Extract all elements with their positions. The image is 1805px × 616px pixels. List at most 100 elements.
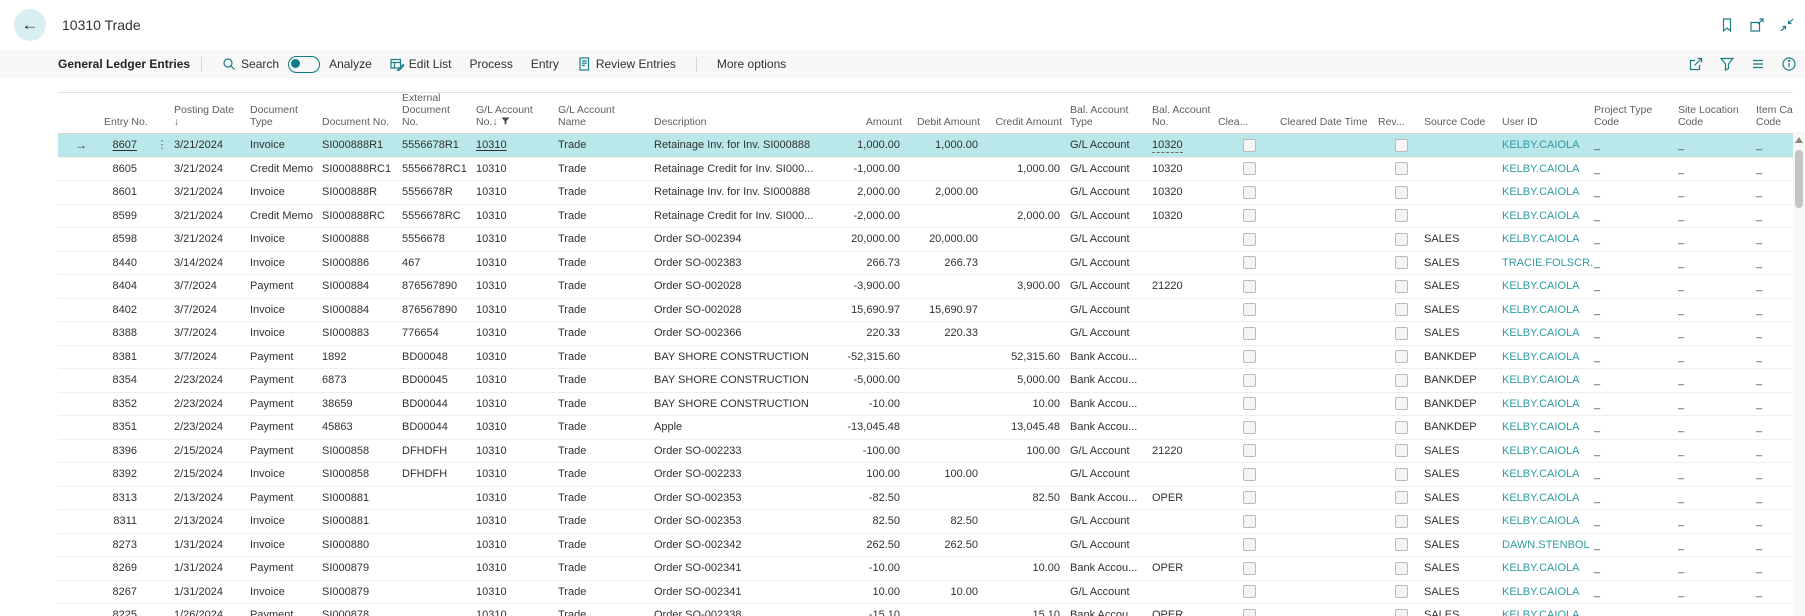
col-amount[interactable]: Amount xyxy=(834,116,910,133)
review-entries-button[interactable]: Review Entries xyxy=(568,57,685,71)
cleared-checkbox[interactable] xyxy=(1242,232,1256,246)
cell-cleared[interactable] xyxy=(1218,416,1280,438)
cell-document-type[interactable]: Payment xyxy=(250,487,322,509)
cell-project-type-code[interactable]: _ xyxy=(1594,158,1678,180)
cell-external-document-no[interactable]: 776654 xyxy=(402,322,476,344)
cell-gl-account-name[interactable]: Trade xyxy=(558,463,654,485)
cell-amount[interactable]: -13,045.48 xyxy=(834,416,910,438)
table-row[interactable]: 8599 3/21/2024 Credit Memo SI000888RC 555667… xyxy=(58,205,1793,228)
cell-posting-date[interactable]: 2/23/2024 xyxy=(174,393,250,415)
cell-project-type-code[interactable]: _ xyxy=(1594,463,1678,485)
cell-posting-date[interactable]: 2/13/2024 xyxy=(174,487,250,509)
cell-bal-account-type[interactable]: G/L Account xyxy=(1070,581,1152,603)
cell-external-document-no[interactable]: 467 xyxy=(402,252,476,274)
cell-gl-account-no[interactable]: 10310 xyxy=(476,299,558,321)
cell-site-location-code[interactable]: _ xyxy=(1678,487,1756,509)
cell-item-category-code[interactable]: _ xyxy=(1756,581,1793,603)
cell-document-type[interactable]: Invoice xyxy=(250,581,322,603)
cell-entry-no[interactable]: 8601 xyxy=(104,181,150,203)
cell-description[interactable]: Order SO-002028 xyxy=(654,299,834,321)
cleared-checkbox[interactable] xyxy=(1242,162,1256,176)
cell-entry-no[interactable]: 8388 xyxy=(104,322,150,344)
cell-site-location-code[interactable]: _ xyxy=(1678,534,1756,556)
cell-bal-account-no[interactable]: 10320 xyxy=(1152,158,1218,180)
cell-cleared[interactable] xyxy=(1218,440,1280,462)
cell-source-code[interactable]: BANKDEP xyxy=(1424,369,1502,391)
cell-description[interactable]: Order SO-002233 xyxy=(654,440,834,462)
cell-user-id[interactable]: KELBY.CAIOLA xyxy=(1502,604,1594,616)
cell-amount[interactable]: -82.50 xyxy=(834,487,910,509)
cell-description[interactable]: Apple xyxy=(654,416,834,438)
cell-entry-no[interactable]: 8396 xyxy=(104,440,150,462)
cell-description[interactable]: Order SO-002233 xyxy=(654,463,834,485)
cell-credit-amount[interactable]: 3,900.00 xyxy=(988,275,1070,297)
reversed-checkbox[interactable] xyxy=(1394,608,1408,616)
cell-credit-amount[interactable]: 13,045.48 xyxy=(988,416,1070,438)
col-bal-account-no[interactable]: Bal. Account No. xyxy=(1152,104,1218,133)
cell-item-category-code[interactable]: _ xyxy=(1756,510,1793,532)
cell-cleared[interactable] xyxy=(1218,181,1280,203)
cell-external-document-no[interactable]: BD00044 xyxy=(402,393,476,415)
cell-posting-date[interactable]: 1/31/2024 xyxy=(174,534,250,556)
cell-credit-amount[interactable]: 5,000.00 xyxy=(988,369,1070,391)
cell-gl-account-no[interactable]: 10310 xyxy=(476,322,558,344)
cell-cleared[interactable] xyxy=(1218,205,1280,227)
cell-user-id[interactable]: KELBY.CAIOLA xyxy=(1502,346,1594,368)
cell-credit-amount[interactable]: 52,315.60 xyxy=(988,346,1070,368)
scrollbar-thumb[interactable] xyxy=(1795,150,1803,208)
reversed-checkbox[interactable] xyxy=(1394,350,1408,364)
cell-gl-account-name[interactable]: Trade xyxy=(558,534,654,556)
cell-entry-no[interactable]: 8381 xyxy=(104,346,150,368)
cell-source-code[interactable]: SALES xyxy=(1424,557,1502,579)
cell-reversed[interactable] xyxy=(1378,393,1424,415)
search-button[interactable]: Search xyxy=(213,57,288,71)
cell-debit-amount[interactable]: 100.00 xyxy=(910,463,988,485)
cell-source-code[interactable]: SALES xyxy=(1424,604,1502,616)
reversed-checkbox[interactable] xyxy=(1394,256,1408,270)
cell-reversed[interactable] xyxy=(1378,487,1424,509)
reversed-checkbox[interactable] xyxy=(1394,326,1408,340)
cell-external-document-no[interactable]: 5556678RC1 xyxy=(402,158,476,180)
cell-bal-account-type[interactable]: G/L Account xyxy=(1070,228,1152,250)
cell-item-category-code[interactable]: _ xyxy=(1756,346,1793,368)
cell-project-type-code[interactable]: _ xyxy=(1594,275,1678,297)
cell-cleared[interactable] xyxy=(1218,299,1280,321)
cell-site-location-code[interactable]: _ xyxy=(1678,181,1756,203)
table-row[interactable]: 8313 2/13/2024 Payment SI000881 10310 Trade Or… xyxy=(58,487,1793,510)
cell-site-location-code[interactable]: _ xyxy=(1678,440,1756,462)
cell-bal-account-no[interactable]: 10320 xyxy=(1152,205,1218,227)
cell-cleared[interactable] xyxy=(1218,134,1280,156)
cell-amount[interactable]: 20,000.00 xyxy=(834,228,910,250)
cell-item-category-code[interactable]: _ xyxy=(1756,393,1793,415)
cell-gl-account-no[interactable]: 10310 xyxy=(476,393,558,415)
filter-icon[interactable] xyxy=(1719,56,1735,72)
cell-gl-account-name[interactable]: Trade xyxy=(558,275,654,297)
cell-gl-account-no[interactable]: 10310 xyxy=(476,158,558,180)
reversed-checkbox[interactable] xyxy=(1394,467,1408,481)
cell-document-type[interactable]: Credit Memo xyxy=(250,205,322,227)
cell-item-category-code[interactable]: _ xyxy=(1756,228,1793,250)
cell-project-type-code[interactable]: _ xyxy=(1594,393,1678,415)
cleared-checkbox[interactable] xyxy=(1242,209,1256,223)
cell-source-code[interactable]: BANKDEP xyxy=(1424,346,1502,368)
col-description[interactable]: Description xyxy=(654,116,834,133)
cell-source-code[interactable]: SALES xyxy=(1424,440,1502,462)
cell-debit-amount[interactable]: 266.73 xyxy=(910,252,988,274)
cleared-checkbox[interactable] xyxy=(1242,585,1256,599)
table-row[interactable]: 8598 3/21/2024 Invoice SI000888 5556678 10310… xyxy=(58,228,1793,252)
cell-cleared[interactable] xyxy=(1218,487,1280,509)
cell-user-id[interactable]: KELBY.CAIOLA xyxy=(1502,416,1594,438)
cell-reversed[interactable] xyxy=(1378,322,1424,344)
col-debit-amount[interactable]: Debit Amount xyxy=(910,116,988,133)
cell-item-category-code[interactable]: _ xyxy=(1756,252,1793,274)
cell-document-no[interactable]: SI000884 xyxy=(322,299,402,321)
cell-posting-date[interactable]: 2/13/2024 xyxy=(174,510,250,532)
cleared-checkbox[interactable] xyxy=(1242,397,1256,411)
reversed-checkbox[interactable] xyxy=(1394,585,1408,599)
cell-project-type-code[interactable]: _ xyxy=(1594,299,1678,321)
cell-reversed[interactable] xyxy=(1378,252,1424,274)
cell-site-location-code[interactable]: _ xyxy=(1678,134,1756,156)
cell-item-category-code[interactable]: _ xyxy=(1756,416,1793,438)
cell-description[interactable]: Order SO-002028 xyxy=(654,275,834,297)
cell-site-location-code[interactable]: _ xyxy=(1678,510,1756,532)
